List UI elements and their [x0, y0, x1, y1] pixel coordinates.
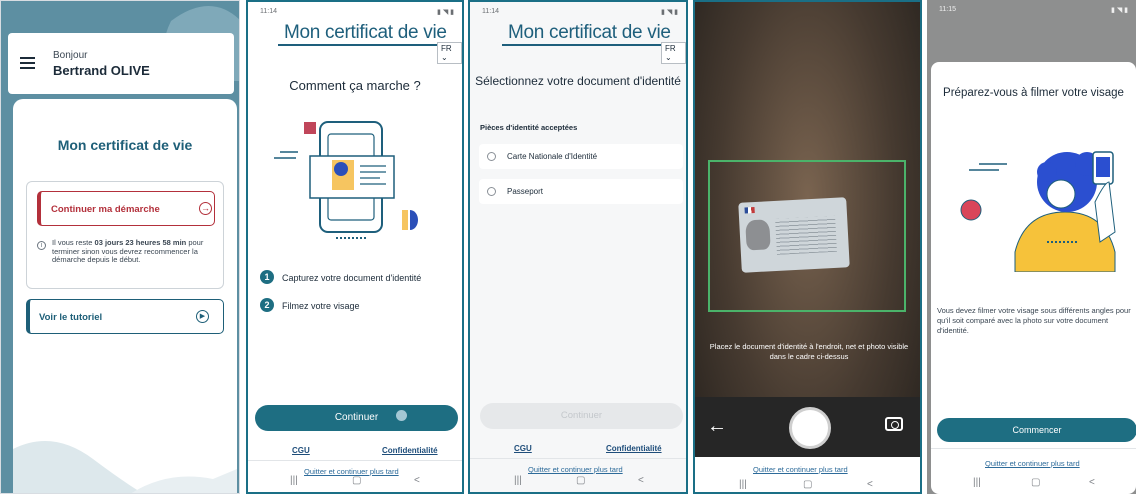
back-icon[interactable]: <: [638, 475, 644, 486]
radio-button[interactable]: [487, 187, 496, 196]
back-icon[interactable]: <: [414, 475, 420, 486]
continue-procedure-label: Continuer ma démarche: [51, 204, 160, 215]
home-icon[interactable]: ▢: [803, 479, 812, 490]
status-icons: ▮ ◥ ▮: [437, 9, 454, 16]
status-icons: ▮ ◥ ▮: [1111, 7, 1128, 14]
accepted-documents-heading: Pièces d'identité acceptées: [480, 123, 578, 132]
time-remaining-text: Il vous reste 03 jours 23 heures 58 min …: [52, 238, 222, 265]
quit-link[interactable]: Quitter et continuer plus tard: [753, 465, 848, 474]
back-icon[interactable]: <: [1089, 477, 1095, 488]
page-title: Sélectionnez votre document d'identité: [475, 74, 681, 88]
step-1-badge: 1: [260, 270, 274, 284]
procedure-box: Continuer ma démarche → i Il vous reste …: [26, 181, 224, 289]
recent-apps-icon[interactable]: |||: [973, 477, 981, 488]
brand-underline: [278, 44, 438, 46]
recent-apps-icon[interactable]: |||: [290, 475, 298, 486]
id-card-text-lines: [775, 215, 837, 255]
selfie-illustration: [960, 151, 1116, 272]
shutter-button[interactable]: [789, 407, 831, 449]
app-header: Bonjour Bertrand OLIVE: [8, 33, 234, 94]
step-1-label: Capturez votre document d'identité: [282, 273, 422, 283]
arrow-right-icon: →: [199, 202, 212, 215]
option-passport[interactable]: Passeport: [479, 179, 683, 204]
tutorial-button[interactable]: Voir le tutoriel ▶: [26, 299, 224, 334]
home-icon[interactable]: ▢: [352, 475, 361, 486]
divider: [470, 458, 686, 459]
brand-underline: [502, 44, 662, 46]
radio-button[interactable]: [487, 152, 496, 161]
continue-button-label: Continuer: [560, 410, 603, 421]
user-name: Bertrand OLIVE: [53, 63, 150, 78]
divider: [248, 460, 462, 461]
option-id-card[interactable]: Carte Nationale d'Identité: [479, 144, 683, 169]
back-arrow-icon[interactable]: ←: [707, 415, 727, 438]
option-passport-label: Passeport: [507, 187, 544, 196]
play-icon: ▶: [196, 310, 209, 323]
privacy-link[interactable]: Confidentialité: [382, 446, 438, 455]
divider: [931, 448, 1136, 449]
step-2-badge: 2: [260, 298, 274, 312]
language-selector[interactable]: FR ⌄: [437, 42, 462, 64]
bottom-sheet: Préparez-vous à filmer votre visage Vous…: [931, 62, 1136, 494]
recent-apps-icon[interactable]: |||: [514, 475, 522, 486]
continue-button-label: Continuer: [334, 412, 379, 423]
screen-face-prep: 11:15 ▮ ◥ ▮ Préparez-vous à filmer votre…: [927, 0, 1136, 494]
status-icons: ▮ ◥ ▮: [661, 9, 678, 16]
home-icon[interactable]: ▢: [576, 475, 585, 486]
capture-frame: [708, 160, 906, 312]
status-time: 11:14: [482, 8, 499, 15]
language-value: FR: [441, 44, 452, 53]
option-id-card-label: Carte Nationale d'Identité: [507, 152, 598, 161]
cgu-link[interactable]: CGU: [514, 444, 532, 453]
android-nav-bar: ||| ▢ <: [695, 476, 920, 492]
language-selector[interactable]: FR ⌄: [661, 42, 686, 64]
continue-procedure-button[interactable]: Continuer ma démarche →: [37, 191, 215, 226]
android-nav-bar: ||| ▢ <: [248, 472, 462, 492]
page-title: Mon certificat de vie: [57, 137, 193, 153]
decorative-shape: [13, 441, 237, 493]
flag-icon: [744, 207, 755, 214]
start-button[interactable]: Commencer: [937, 418, 1136, 442]
menu-icon[interactable]: [20, 57, 35, 69]
document-scan-illustration: [274, 121, 418, 239]
tutorial-label: Voir le tutoriel: [39, 312, 103, 323]
android-nav-bar: ||| ▢ <: [470, 472, 686, 492]
camera-controls: ←: [695, 397, 920, 457]
language-value: FR: [665, 44, 676, 53]
continue-button-disabled[interactable]: Continuer: [480, 403, 683, 429]
screen-document-capture: Placez le document d'identité à l'endroi…: [693, 0, 922, 494]
step-2-label: Filmez votre visage: [282, 301, 360, 311]
brand-logo: Mon certificat de vie: [508, 22, 671, 43]
main-card: Mon certificat de vie Continuer ma démar…: [13, 99, 237, 493]
bottom-area: Quitter et continuer plus tard ||| ▢ <: [695, 457, 920, 492]
screen-how-it-works: 11:14 ▮ ◥ ▮ Mon certificat de vie FR ⌄ C…: [246, 0, 464, 494]
capture-instruction: Placez le document d'identité à l'endroi…: [709, 342, 909, 361]
recent-apps-icon[interactable]: |||: [739, 479, 747, 490]
id-photo: [745, 219, 771, 251]
page-title: Comment ça marche ?: [289, 78, 421, 93]
greeting: Bonjour: [53, 50, 88, 61]
id-card-image: [738, 197, 850, 273]
screen-home: Bonjour Bertrand OLIVE Mon certificat de…: [0, 0, 240, 494]
cgu-link[interactable]: CGU: [292, 446, 310, 455]
screen-select-document: 11:14 ▮ ◥ ▮ Mon certificat de vie FR ⌄ S…: [468, 0, 688, 494]
face-instruction: Vous devez filmer votre visage sous diff…: [937, 306, 1131, 335]
touch-indicator: [396, 410, 407, 421]
continue-button[interactable]: Continuer: [255, 405, 458, 431]
switch-camera-icon[interactable]: [885, 417, 903, 431]
back-icon[interactable]: <: [867, 479, 873, 490]
info-icon: i: [37, 241, 46, 250]
start-button-label: Commencer: [1012, 425, 1062, 435]
brand-logo: Mon certificat de vie: [284, 22, 447, 43]
home-icon[interactable]: ▢: [1031, 477, 1040, 488]
status-time: 11:15: [939, 6, 956, 13]
privacy-link[interactable]: Confidentialité: [606, 444, 662, 453]
page-title: Préparez-vous à filmer votre visage: [943, 87, 1124, 99]
status-time: 11:14: [260, 8, 277, 15]
quit-link[interactable]: Quitter et continuer plus tard: [985, 459, 1080, 468]
android-nav-bar: ||| ▢ <: [931, 474, 1136, 494]
